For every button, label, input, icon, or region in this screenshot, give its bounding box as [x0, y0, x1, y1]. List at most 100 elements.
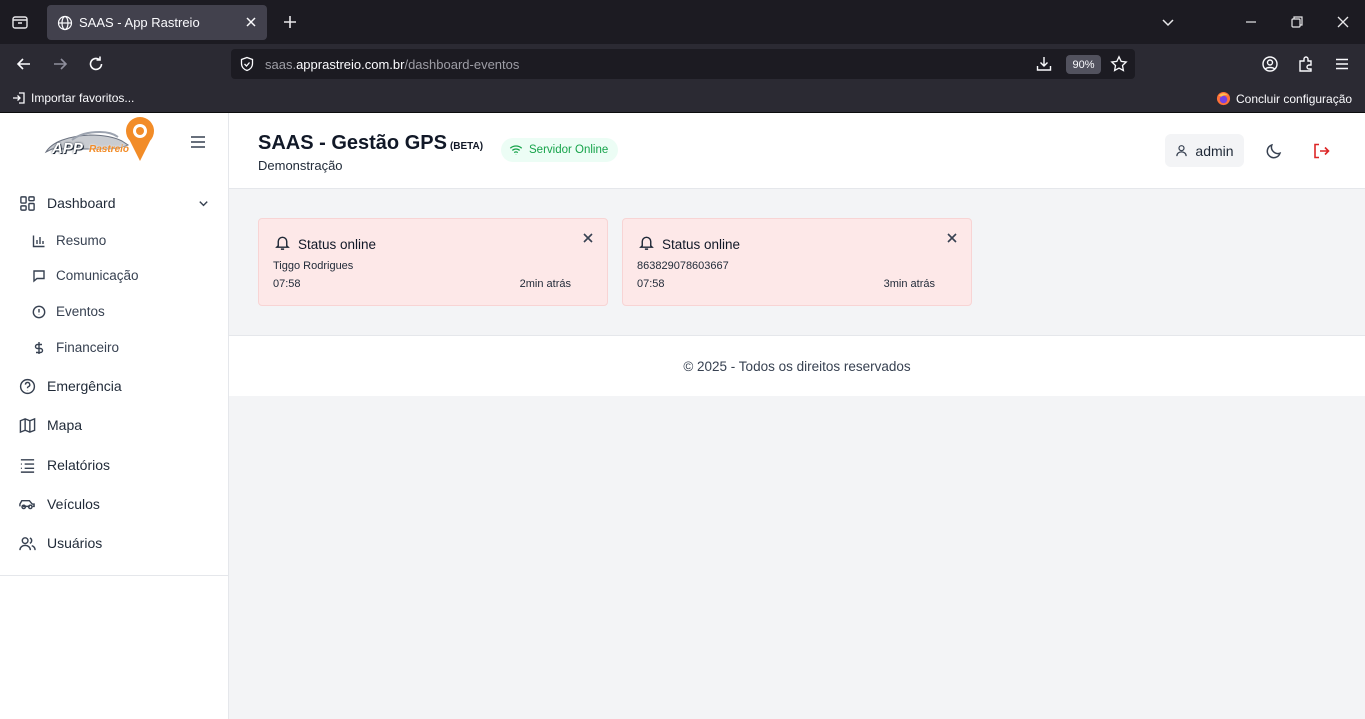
notification-title: Status online [662, 237, 741, 252]
logo[interactable]: APP Rastreio [0, 113, 228, 189]
sidebar-item-financeiro[interactable]: Financeiro [32, 340, 119, 355]
sidebar-item-label: Veículos [47, 496, 100, 512]
sidebar-item-usuarios[interactable]: Usuários [18, 534, 102, 552]
sidebar-item-resumo[interactable]: Resumo [32, 233, 106, 248]
bell-icon [639, 236, 654, 250]
notification-card: Status online Tiggo Rodrigues 07:58 2min… [258, 218, 608, 306]
notification-time: 07:58 [637, 278, 665, 290]
browser-nav-bar: saas.apprastreio.com.br/dashboard-evento… [0, 44, 1365, 84]
beta-label: (BETA) [449, 141, 484, 152]
page-header: SAAS - Gestão GPS (BETA) Demonstração Ser… [229, 113, 1365, 189]
close-icon[interactable] [945, 231, 959, 245]
sidebar-divider [0, 575, 228, 576]
notification-title: Status online [298, 237, 377, 252]
sidebar-item-label: Emergência [47, 378, 122, 394]
bell-icon [275, 236, 290, 250]
sidebar-item-relatorios[interactable]: Relatórios [18, 456, 110, 474]
logout-icon[interactable] [1312, 142, 1330, 160]
notification-ago: 3min atrás [883, 278, 935, 290]
footer: © 2025 - Todos os direitos reservados [229, 336, 1365, 396]
hamburger-menu-icon[interactable] [189, 133, 207, 151]
page-subtitle: Demonstração [258, 158, 343, 173]
tab-title: SAAS - App Rastreio [79, 15, 200, 30]
users-icon [18, 534, 36, 552]
finish-setup-link[interactable]: Concluir configuração [1216, 91, 1352, 106]
notification-device: 863829078603667 [637, 260, 729, 272]
logo-text-rastreio: Rastreio [89, 144, 130, 155]
extensions-icon[interactable] [1296, 54, 1316, 74]
minimize-icon[interactable] [1241, 12, 1261, 32]
firefox-icon [1216, 91, 1231, 106]
import-bookmarks-label: Importar favoritos... [31, 91, 135, 105]
sidebar-item-mapa[interactable]: Mapa [18, 416, 82, 434]
help-circle-icon [18, 377, 36, 395]
bookmarks-bar: Importar favoritos... Concluir configura… [0, 84, 1365, 113]
page-title-text: SAAS - Gestão GPS [258, 132, 447, 154]
import-icon [13, 92, 25, 104]
globe-icon [57, 15, 73, 30]
zoom-level[interactable]: 90% [1066, 55, 1101, 74]
menu-icon[interactable] [1332, 54, 1352, 74]
alert-circle-icon [32, 305, 46, 319]
sidebar-item-emergencia[interactable]: Emergência [18, 377, 122, 395]
reload-icon[interactable] [86, 54, 106, 74]
notification-device: Tiggo Rodrigues [273, 260, 354, 272]
notification-ago: 2min atrás [519, 278, 571, 290]
browser-tab-bar: SAAS - App Rastreio [0, 0, 1365, 44]
sidebar-item-label: Usuários [47, 535, 103, 551]
sidebar-item-eventos[interactable]: Eventos [32, 304, 105, 319]
close-tab-icon[interactable] [243, 14, 259, 30]
import-bookmarks-link[interactable]: Importar favoritos... [12, 91, 134, 105]
url-domain: apprastreio.com.br [296, 57, 405, 72]
sidebar-item-label: Resumo [56, 233, 107, 248]
sidebar-item-label: Comunicação [56, 268, 139, 283]
list-icon [18, 456, 36, 474]
finish-setup-label: Concluir configuração [1236, 91, 1353, 106]
url-prefix: saas. [265, 57, 297, 72]
user-icon [1176, 145, 1188, 157]
back-icon[interactable] [14, 54, 34, 74]
page-title: SAAS - Gestão GPS (BETA) [258, 132, 483, 155]
bar-chart-icon [32, 234, 46, 248]
address-bar[interactable]: saas.apprastreio.com.br/dashboard-evento… [231, 49, 1135, 79]
restore-icon[interactable] [1287, 12, 1307, 32]
moon-icon[interactable] [1265, 142, 1283, 160]
sidebar-item-label: Mapa [47, 417, 83, 433]
download-page-icon[interactable] [1035, 55, 1053, 73]
logo-text-app: APP [52, 140, 83, 157]
chevron-down-icon[interactable] [1158, 12, 1178, 32]
new-tab-icon[interactable] [280, 12, 300, 32]
user-menu-button[interactable]: admin [1165, 134, 1244, 167]
user-name: admin [1195, 142, 1234, 159]
sidebar-item-label: Financeiro [56, 340, 120, 355]
close-window-icon[interactable] [1333, 12, 1353, 32]
map-icon [18, 416, 36, 434]
dollar-icon [32, 341, 46, 355]
tab-list-icon[interactable] [10, 12, 30, 32]
server-status-text: Servidor Online [529, 144, 609, 156]
chevron-down-icon[interactable] [197, 197, 210, 210]
sidebar-item-label: Dashboard [47, 195, 116, 211]
server-status-badge: Servidor Online [501, 138, 619, 162]
sidebar-item-dashboard[interactable]: Dashboard [18, 194, 210, 212]
forward-icon[interactable] [50, 54, 70, 74]
grid-icon [18, 194, 36, 212]
shield-icon[interactable] [239, 56, 255, 72]
sidebar: APP Rastreio Dashboard Resumo Comunicaçã… [0, 113, 229, 719]
sidebar-item-comunicacao[interactable]: Comunicação [32, 268, 139, 283]
notification-time: 07:58 [273, 278, 301, 290]
close-icon[interactable] [581, 231, 595, 245]
sidebar-item-veiculos[interactable]: Veículos [18, 495, 100, 513]
url-path: /dashboard-eventos [404, 57, 520, 72]
star-icon[interactable] [1110, 55, 1128, 73]
active-tab[interactable]: SAAS - App Rastreio [47, 5, 267, 40]
wifi-icon [509, 145, 523, 155]
url-text[interactable]: saas.apprastreio.com.br/dashboard-evento… [265, 57, 519, 72]
notification-card: Status online 863829078603667 07:58 3min… [622, 218, 972, 306]
sidebar-item-label: Eventos [56, 304, 105, 319]
account-icon[interactable] [1260, 54, 1280, 74]
message-icon [32, 269, 46, 283]
car-icon [18, 495, 36, 513]
copyright-text: © 2025 - Todos os direitos reservados [683, 358, 911, 374]
sidebar-item-label: Relatórios [47, 457, 111, 473]
